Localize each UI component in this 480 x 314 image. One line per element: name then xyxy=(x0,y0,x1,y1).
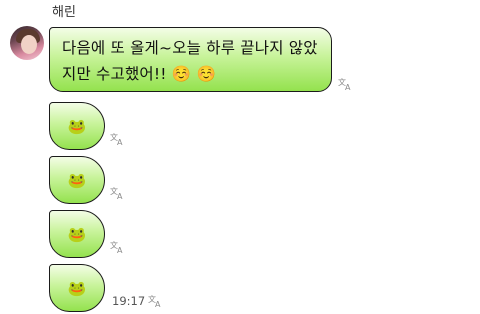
translate-icon[interactable]: 文 A xyxy=(148,294,164,308)
svg-text:A: A xyxy=(155,300,161,308)
translate-icon[interactable]: 文 A xyxy=(110,240,126,254)
svg-text:A: A xyxy=(345,83,351,91)
translate-icon[interactable]: 文 A xyxy=(110,186,126,200)
svg-text:A: A xyxy=(117,192,123,200)
message-bubble[interactable]: 다음에 또 올게~오늘 하루 끝나지 않았 지만 수고했어!! ☺️ ☺️ xyxy=(49,27,332,92)
sender-name: 해린 xyxy=(52,5,76,20)
translate-icon[interactable]: 文 A xyxy=(338,77,354,91)
message-timestamp: 19:17 xyxy=(112,294,146,308)
translate-icon[interactable]: 文 A xyxy=(110,132,126,146)
emoji-message-bubble[interactable]: 🐸 xyxy=(49,210,105,258)
emoji-message-bubble[interactable]: 🐸 xyxy=(49,264,105,312)
emoji-message-bubble[interactable]: 🐸 xyxy=(49,102,105,150)
message-text-line: 지만 수고했어!! ☺️ ☺️ xyxy=(62,65,216,83)
frog-emoji: 🐸 xyxy=(67,117,87,136)
message-text-line: 다음에 또 올게~오늘 하루 끝나지 않았 xyxy=(62,39,318,57)
svg-text:A: A xyxy=(117,138,123,146)
frog-emoji: 🐸 xyxy=(67,225,87,244)
frog-emoji: 🐸 xyxy=(67,279,87,298)
avatar[interactable] xyxy=(10,26,44,60)
emoji-message-bubble[interactable]: 🐸 xyxy=(49,156,105,204)
frog-emoji: 🐸 xyxy=(67,171,87,190)
svg-text:A: A xyxy=(117,246,123,254)
